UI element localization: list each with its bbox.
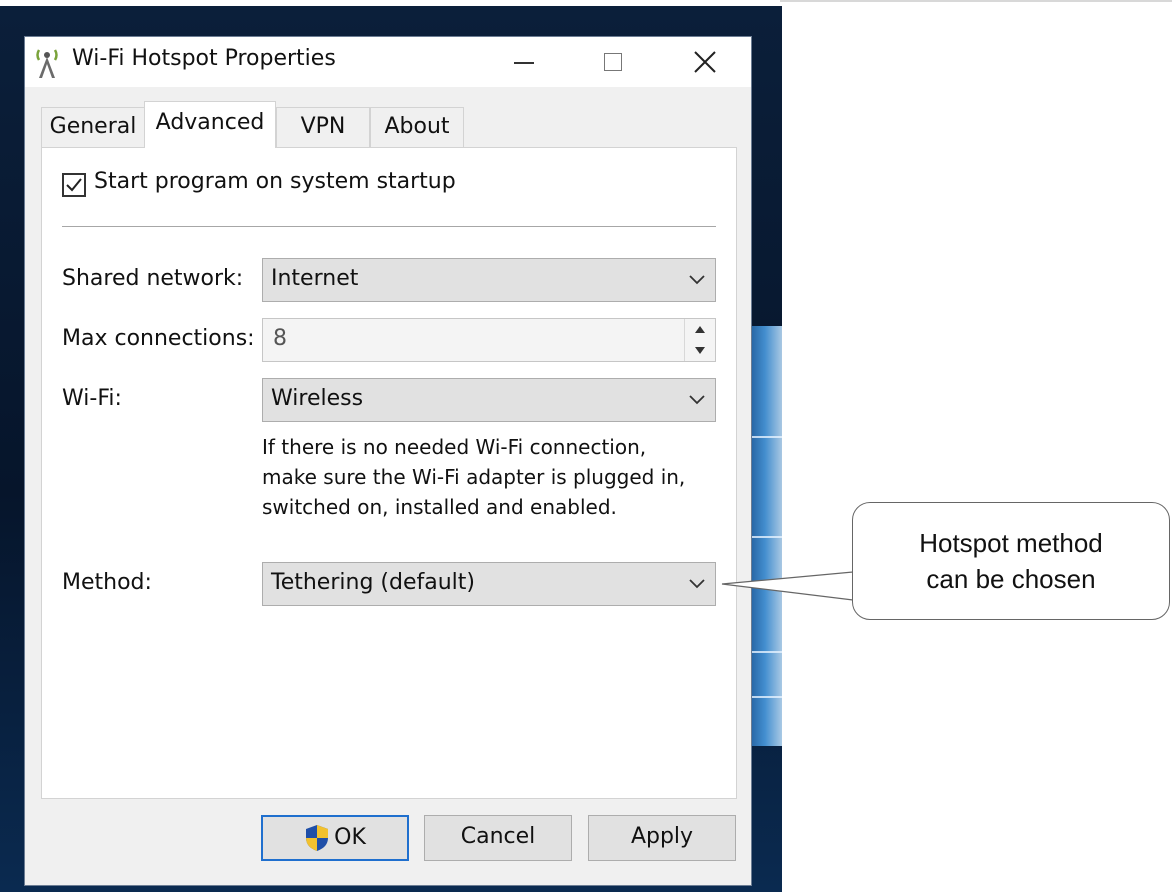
method-value: Tethering (default) — [271, 570, 475, 595]
window-title: Wi-Fi Hotspot Properties — [72, 46, 336, 71]
max-connections-stepper[interactable]: 8 — [262, 318, 716, 362]
wifi-dropdown[interactable]: Wireless — [262, 378, 716, 422]
caret-down-icon — [695, 347, 705, 354]
antenna-icon — [36, 49, 58, 78]
startup-checkbox-label[interactable]: Start program on system startup — [94, 169, 456, 194]
max-connections-value[interactable]: 8 — [273, 326, 287, 351]
top-border-line — [780, 0, 1172, 2]
method-dropdown[interactable]: Tethering (default) — [262, 562, 716, 606]
shared-network-label: Shared network: — [62, 266, 244, 291]
tab-about[interactable]: About — [370, 107, 464, 147]
hint-line: switched on, installed and enabled. — [262, 495, 617, 519]
cancel-button[interactable]: Cancel — [424, 815, 572, 861]
caret-up-icon — [695, 326, 705, 333]
method-label: Method: — [62, 570, 152, 595]
close-button[interactable] — [660, 37, 750, 87]
annotation-callout: Hotspot method can be chosen — [852, 502, 1170, 620]
properties-window: Wi-Fi Hotspot Properties General Advance… — [24, 36, 752, 886]
wifi-value: Wireless — [271, 386, 364, 411]
wifi-hint-text: If there is no needed Wi-Fi connection, … — [262, 432, 722, 522]
stepper-buttons — [684, 319, 715, 361]
apply-button[interactable]: Apply — [588, 815, 736, 861]
hint-line: make sure the Wi-Fi adapter is plugged i… — [262, 465, 686, 489]
cancel-label: Cancel — [460, 824, 536, 849]
chevron-down-icon — [689, 395, 705, 405]
tab-label: Advanced — [155, 110, 265, 135]
wifi-label: Wi-Fi: — [62, 386, 122, 411]
tab-label: General — [49, 114, 137, 139]
callout-pointer — [721, 571, 854, 601]
callout-text: Hotspot method can be chosen — [853, 525, 1169, 597]
callout-line: can be chosen — [926, 564, 1096, 594]
tab-vpn[interactable]: VPN — [276, 107, 370, 147]
shared-network-value: Internet — [271, 266, 359, 291]
tab-label: VPN — [300, 114, 346, 139]
apply-label: Apply — [630, 824, 694, 849]
chevron-down-icon — [689, 275, 705, 285]
close-icon — [694, 51, 716, 73]
ok-button[interactable]: OK — [261, 815, 409, 861]
tab-advanced[interactable]: Advanced — [144, 101, 276, 148]
tab-label: About — [384, 114, 450, 139]
shared-network-dropdown[interactable]: Internet — [262, 258, 716, 302]
callout-line: Hotspot method — [919, 528, 1103, 558]
checkmark-icon — [66, 178, 82, 192]
title-bar[interactable]: Wi-Fi Hotspot Properties — [25, 37, 751, 87]
stepper-up-button[interactable] — [685, 319, 715, 340]
chevron-down-icon — [689, 579, 705, 589]
tab-general[interactable]: General — [41, 107, 145, 147]
startup-checkbox[interactable] — [62, 173, 86, 197]
stepper-down-button[interactable] — [685, 340, 715, 361]
minimize-button[interactable] — [480, 37, 570, 87]
desktop-background: Wi-Fi Hotspot Properties General Advance… — [0, 6, 782, 892]
maximize-button[interactable] — [570, 37, 660, 87]
divider — [62, 226, 716, 227]
hint-line: If there is no needed Wi-Fi connection, — [262, 435, 647, 459]
uac-shield-icon — [306, 825, 329, 851]
ok-label: OK — [334, 825, 366, 850]
max-connections-label: Max connections: — [62, 326, 255, 351]
advanced-tab-panel: Start program on system startup Shared n… — [41, 147, 737, 799]
